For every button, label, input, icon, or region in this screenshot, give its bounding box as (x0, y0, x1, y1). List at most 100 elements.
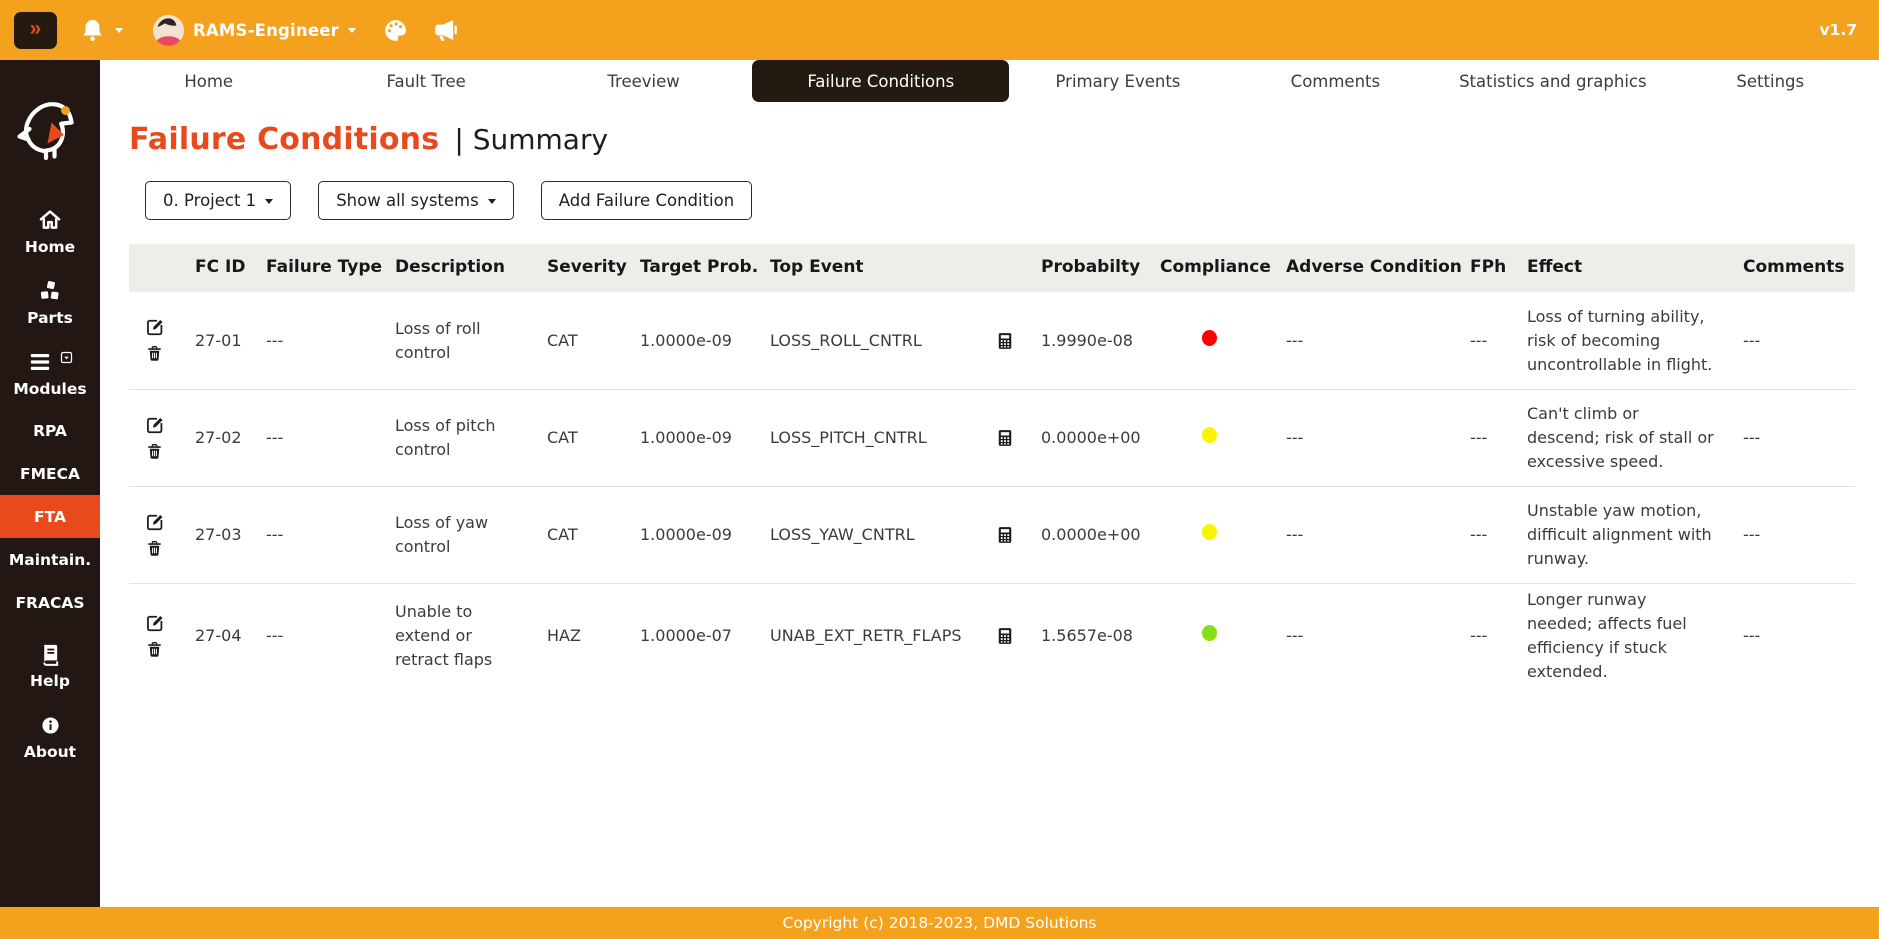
footer: Copyright (c) 2018-2023, DMD Solutions (0, 907, 1879, 939)
adverse-condition: --- (1286, 422, 1470, 454)
bell-icon[interactable] (79, 17, 106, 44)
table-row: 27-01 --- Loss of roll control CAT 1.000… (129, 292, 1855, 389)
col-adverse-condition: Adverse Condition (1286, 251, 1470, 285)
edit-row-button[interactable] (145, 512, 165, 532)
sidebar-item-home[interactable]: Home (0, 196, 100, 267)
copyright-text: Copyright (c) 2018-2023, DMD Solutions (783, 914, 1097, 932)
col-probability: Probabilty (1041, 251, 1160, 285)
failure-conditions-table: FC ID Failure Type Description Severity … (129, 244, 1855, 688)
sidebar-item-label: Maintain. (9, 551, 91, 569)
toolbar: 0. Project 1 Show all systems Add Failur… (145, 181, 1879, 220)
tab-primary-events[interactable]: Primary Events (1009, 60, 1226, 102)
comments: --- (1743, 620, 1855, 652)
systems-filter-dropdown[interactable]: Show all systems (318, 181, 514, 220)
fph: --- (1470, 620, 1527, 652)
fc-id: 27-01 (195, 325, 266, 357)
probability: 0.0000e+00 (1041, 519, 1160, 551)
tab-home[interactable]: Home (100, 60, 317, 102)
sidebar-item-fmeca[interactable]: FMECA (0, 452, 100, 495)
sidebar: Home Parts Modules RPA FMECA FTA Maintai… (0, 60, 100, 907)
col-effect: Effect (1527, 251, 1743, 285)
col-calc (995, 264, 1041, 272)
col-comments: Comments (1743, 251, 1855, 285)
edit-row-button[interactable] (145, 613, 165, 633)
sidebar-item-fracas[interactable]: FRACAS (0, 581, 100, 624)
delete-row-button[interactable] (145, 344, 165, 364)
target-prob: 1.0000e-09 (640, 325, 770, 357)
page-subtitle: | Summary (454, 123, 608, 156)
delete-row-button[interactable] (145, 442, 165, 462)
sidebar-item-about[interactable]: About (0, 701, 100, 772)
sidebar-item-parts[interactable]: Parts (0, 267, 100, 338)
comments: --- (1743, 422, 1855, 454)
col-fph: FPh (1470, 251, 1527, 285)
edit-row-button[interactable] (145, 415, 165, 435)
fph: --- (1470, 519, 1527, 551)
tab-comments[interactable]: Comments (1227, 60, 1444, 102)
sidebar-item-label: FTA (34, 508, 66, 526)
delete-row-button[interactable] (145, 539, 165, 559)
sidebar-expand-button[interactable]: » (14, 12, 57, 49)
comments: --- (1743, 325, 1855, 357)
page-header: Failure Conditions | Summary (100, 102, 1879, 157)
user-menu[interactable]: RAMS-Engineer (153, 15, 356, 46)
page-title: Failure Conditions (129, 122, 439, 157)
target-prob: 1.0000e-09 (640, 519, 770, 551)
sidebar-item-help[interactable]: Help (0, 630, 100, 701)
tab-settings[interactable]: Settings (1662, 60, 1879, 102)
adverse-condition: --- (1286, 519, 1470, 551)
notifications-group[interactable] (79, 17, 123, 44)
tab-fault-tree[interactable]: Fault Tree (317, 60, 534, 102)
fc-id: 27-03 (195, 519, 266, 551)
sidebar-item-modules[interactable]: Modules (0, 338, 100, 409)
sidebar-item-label: Home (25, 238, 75, 256)
target-prob: 1.0000e-09 (640, 422, 770, 454)
tab-treeview[interactable]: Treeview (535, 60, 752, 102)
fc-id: 27-02 (195, 422, 266, 454)
failure-type: --- (266, 519, 395, 551)
bell-caret-icon (115, 28, 123, 33)
edit-row-button[interactable] (145, 317, 165, 337)
module-select-icon[interactable] (59, 350, 74, 365)
add-failure-condition-button[interactable]: Add Failure Condition (541, 181, 752, 220)
col-fc-id: FC ID (195, 251, 266, 285)
sidebar-item-fta[interactable]: FTA (0, 495, 100, 538)
tab-statistics-and-graphics[interactable]: Statistics and graphics (1444, 60, 1661, 102)
col-severity: Severity (547, 251, 640, 285)
project-dropdown[interactable]: 0. Project 1 (145, 181, 291, 220)
probability: 1.5657e-08 (1041, 620, 1160, 652)
sidebar-item-label: RPA (33, 422, 67, 440)
robin-logo-icon (14, 88, 86, 162)
sidebar-item-maintain[interactable]: Maintain. (0, 538, 100, 581)
failure-type: --- (266, 620, 395, 652)
calculator-button[interactable] (995, 331, 1015, 351)
effect: Unstable yaw motion, difficult alignment… (1527, 495, 1743, 575)
tab-failure-conditions[interactable]: Failure Conditions (752, 60, 1009, 102)
palette-icon[interactable] (382, 17, 409, 44)
top-event: LOSS_YAW_CNTRL (770, 519, 995, 551)
user-name: RAMS-Engineer (193, 21, 339, 40)
chevron-down-icon (265, 199, 273, 204)
compliance-indicator (1202, 427, 1217, 443)
delete-row-button[interactable] (145, 640, 165, 660)
calculator-button[interactable] (995, 525, 1015, 545)
sidebar-item-label: Help (30, 672, 70, 690)
megaphone-icon[interactable] (431, 16, 459, 44)
actions-header (129, 264, 195, 272)
compliance-indicator (1202, 330, 1217, 346)
book-icon (38, 641, 63, 667)
top-bar: » RAMS-Engineer v1.7 (0, 0, 1879, 60)
description: Loss of roll control (395, 313, 547, 369)
app-version: v1.7 (1819, 21, 1857, 39)
calculator-button[interactable] (995, 428, 1015, 448)
failure-type: --- (266, 325, 395, 357)
description: Loss of yaw control (395, 507, 547, 563)
sidebar-item-label: FRACAS (15, 594, 84, 612)
table-row: 27-03 --- Loss of yaw control CAT 1.0000… (129, 486, 1855, 583)
effect: Loss of turning ability, risk of becomin… (1527, 301, 1743, 381)
info-icon (40, 712, 61, 738)
sidebar-item-rpa[interactable]: RPA (0, 409, 100, 452)
home-icon (37, 207, 63, 233)
sidebar-item-label: About (24, 743, 76, 761)
calculator-button[interactable] (995, 626, 1015, 646)
